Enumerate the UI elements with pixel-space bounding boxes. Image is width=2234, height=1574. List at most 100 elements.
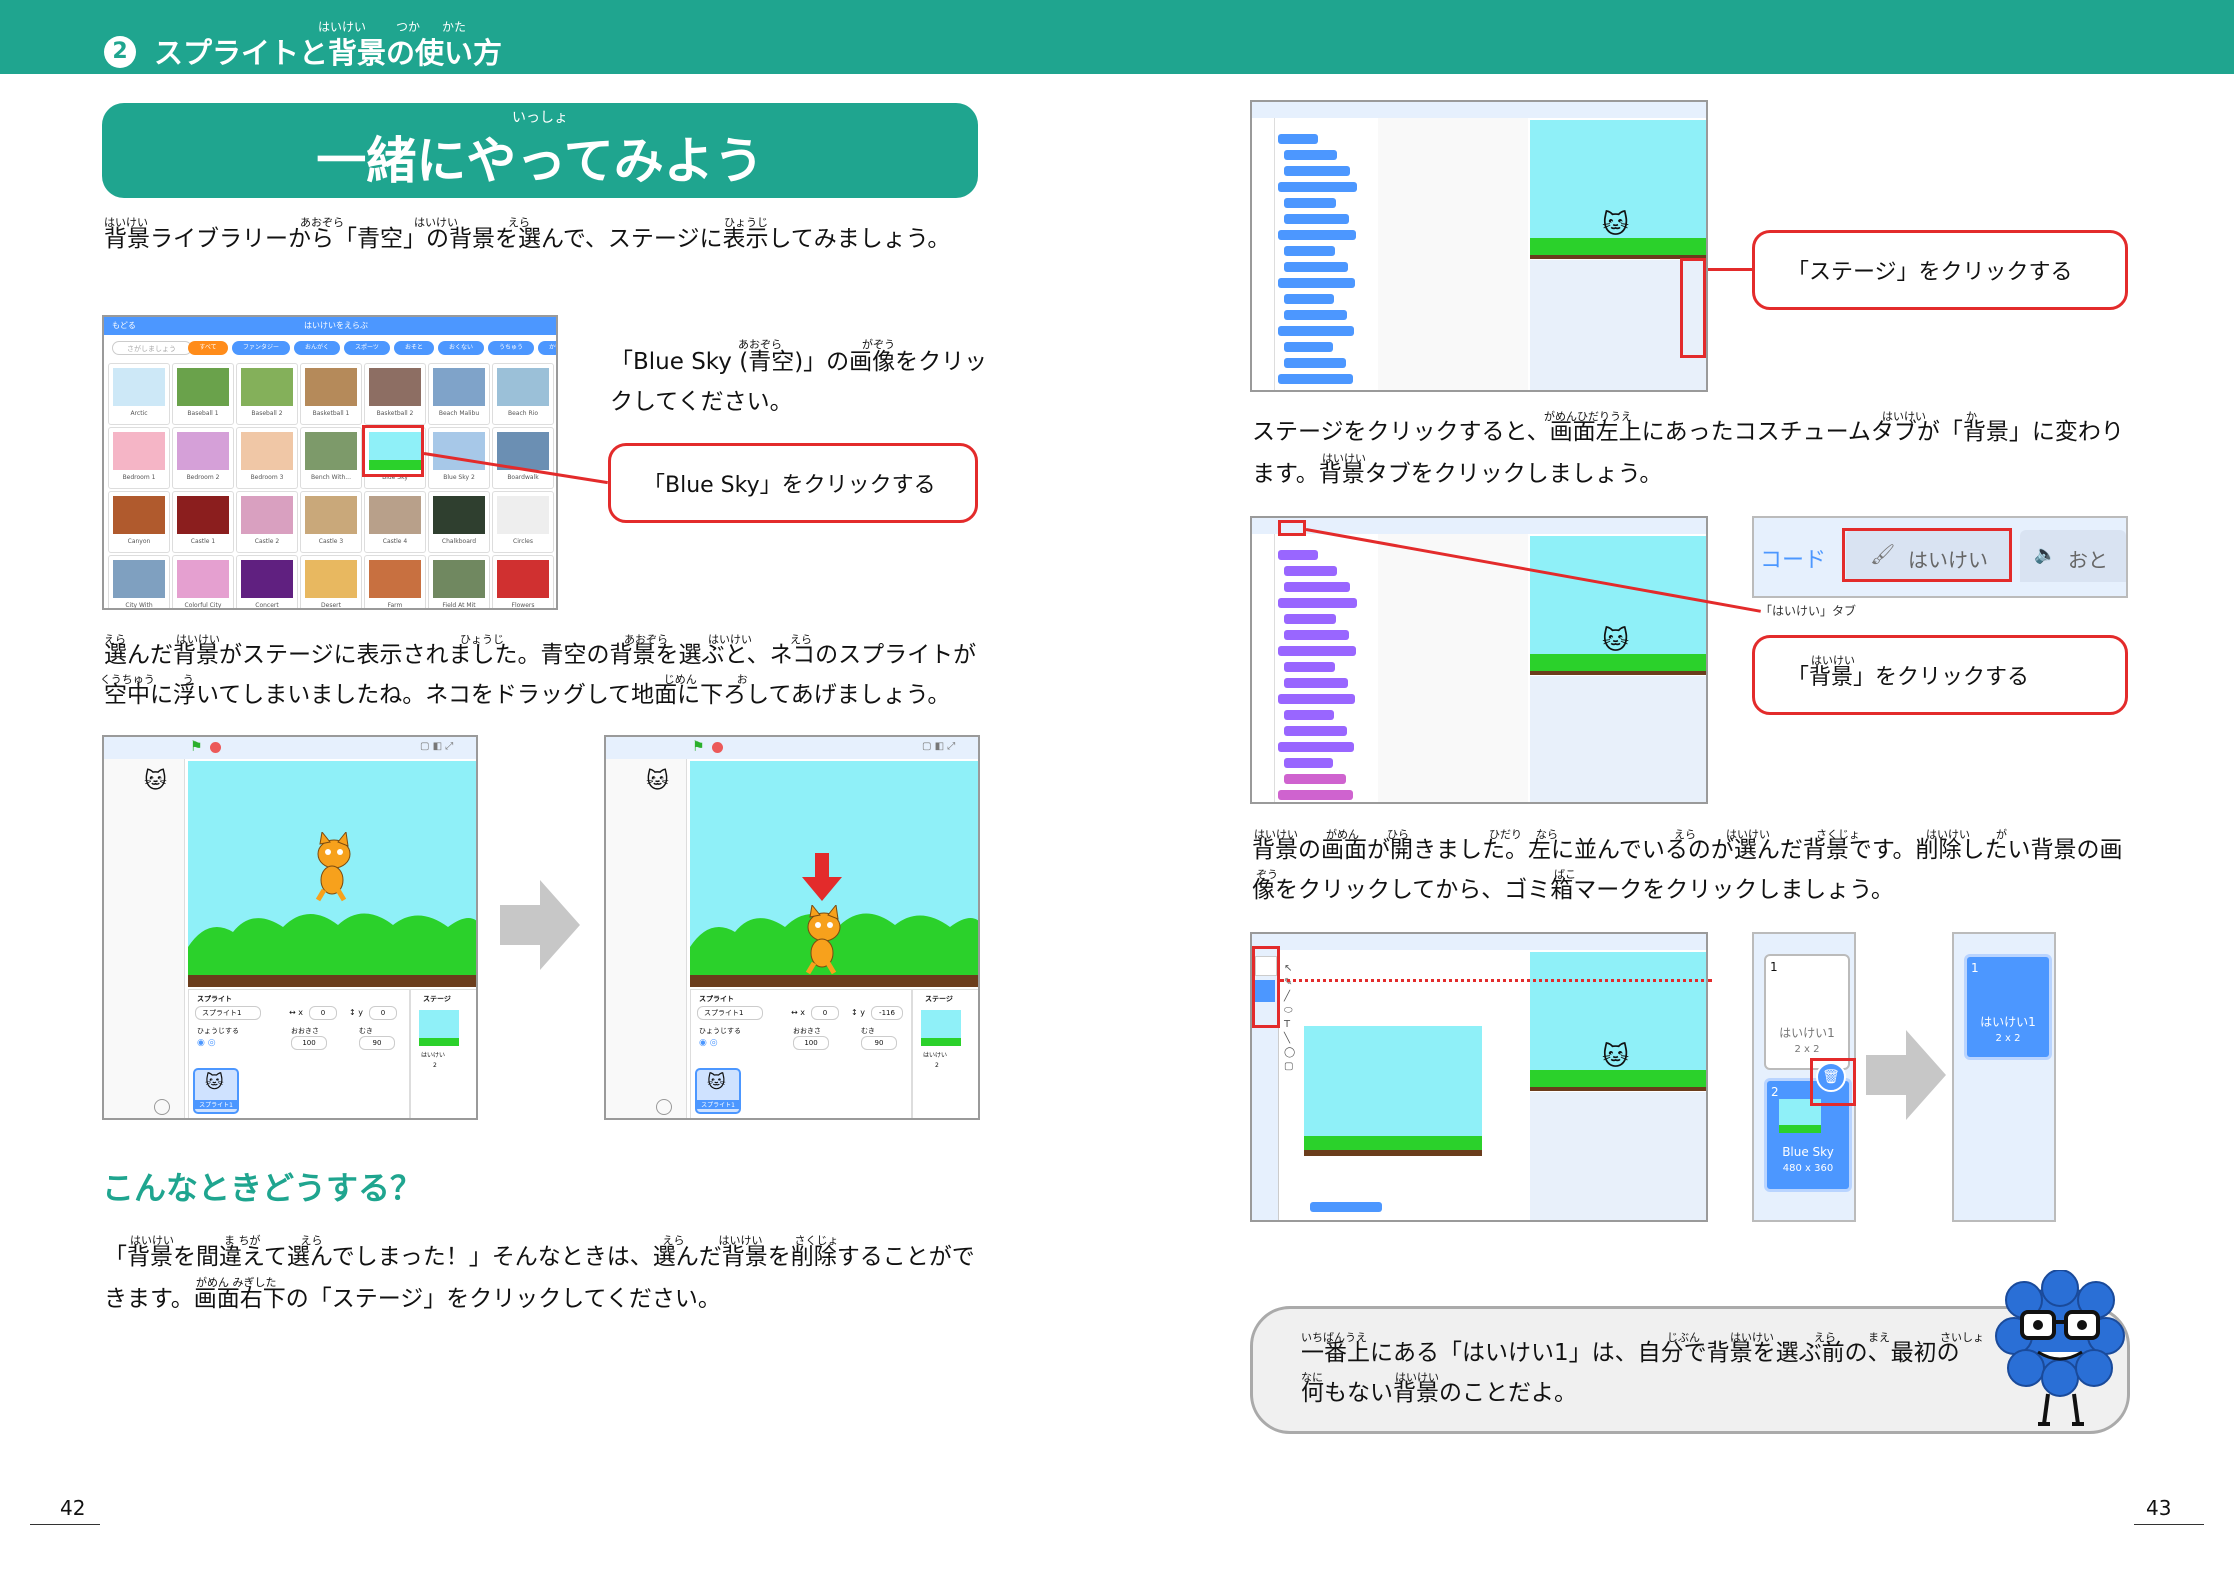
size-field[interactable]: 100 <box>291 1036 327 1050</box>
library-item[interactable]: Bedroom 1 <box>108 427 170 489</box>
library-item[interactable]: Bedroom 2 <box>172 427 234 489</box>
code-block[interactable] <box>1284 662 1335 672</box>
sprite-name-field[interactable]: スプライト1 <box>195 1006 261 1020</box>
code-block[interactable] <box>1284 214 1349 224</box>
stop-icon[interactable] <box>712 742 723 753</box>
library-filter-chip[interactable]: スポーツ <box>344 341 390 355</box>
sprite-thumbnail[interactable]: 🐱 スプライト1 <box>695 1068 741 1114</box>
code-block[interactable] <box>1284 710 1334 720</box>
code-block[interactable] <box>1278 326 1354 336</box>
x-field[interactable]: 0 <box>811 1006 839 1020</box>
library-item[interactable]: Circles <box>492 491 554 553</box>
library-item[interactable]: Baseball 1 <box>172 363 234 425</box>
sprite-thumbnail[interactable]: 🐱 スプライト1 <box>193 1068 239 1114</box>
library-back-button[interactable]: もどる <box>112 320 136 331</box>
library-item[interactable]: Baseball 2 <box>236 363 298 425</box>
code-block[interactable] <box>1284 358 1346 368</box>
code-block[interactable] <box>1284 150 1337 160</box>
direction-field[interactable]: 90 <box>861 1036 897 1050</box>
x-field[interactable]: 0 <box>309 1006 337 1020</box>
library-item[interactable]: Field At Mit <box>428 555 490 608</box>
library-item[interactable]: Boardwalk <box>492 427 554 489</box>
code-block[interactable] <box>1278 278 1355 288</box>
library-filter-chip[interactable]: ファンタジー <box>232 341 290 355</box>
library-item[interactable]: Castle 2 <box>236 491 298 553</box>
y-field[interactable]: 0 <box>369 1006 397 1020</box>
library-filter-chip[interactable]: すべて <box>188 341 228 355</box>
stage-size-icons[interactable]: ▢ ◧ ⤢ <box>420 741 453 752</box>
library-item-thumb <box>177 432 229 470</box>
zoom-icon[interactable] <box>154 1099 170 1115</box>
tab-sounds[interactable]: 🔈 おと <box>2020 530 2126 582</box>
library-item[interactable]: Flowers <box>492 555 554 608</box>
library-item[interactable]: Castle 3 <box>300 491 362 553</box>
library-filter-chip[interactable]: かいちゅう <box>538 341 556 355</box>
library-search-input[interactable]: さがしましょう <box>112 341 192 355</box>
library-item[interactable]: City With <box>108 555 170 608</box>
code-block[interactable] <box>1284 198 1336 208</box>
library-item[interactable]: Chalkboard <box>428 491 490 553</box>
stage-selector[interactable]: ステージ はいけい 2 <box>410 989 476 1118</box>
backdrop-card-1[interactable]: 1 はいけい1 2 x 2 <box>1764 954 1850 1070</box>
code-block[interactable] <box>1278 550 1318 560</box>
library-item[interactable]: Basketball 2 <box>364 363 426 425</box>
code-block[interactable] <box>1278 790 1353 800</box>
code-block[interactable] <box>1278 230 1356 240</box>
code-block[interactable] <box>1278 134 1318 144</box>
code-block[interactable] <box>1284 166 1350 176</box>
cat-sprite[interactable] <box>794 905 854 975</box>
library-item[interactable]: Desert <box>300 555 362 608</box>
library-filter-chip[interactable]: おそと <box>394 341 434 355</box>
library-item[interactable]: Arctic <box>108 363 170 425</box>
code-block[interactable] <box>1284 566 1337 576</box>
code-block[interactable] <box>1284 310 1347 320</box>
library-item[interactable]: Basketball 1 <box>300 363 362 425</box>
library-item[interactable]: Colorful City <box>172 555 234 608</box>
library-item[interactable]: Concert <box>236 555 298 608</box>
stage-size-icons[interactable]: ▢ ◧ ⤢ <box>922 741 955 752</box>
visibility-icons[interactable]: ◉ ◎ <box>197 1038 216 1048</box>
green-flag-icon[interactable]: ⚑ <box>190 739 203 755</box>
library-filter-chip[interactable]: おくない <box>438 341 484 355</box>
code-block[interactable] <box>1278 598 1357 608</box>
library-filter-chip[interactable]: うちゅう <box>488 341 534 355</box>
library-item[interactable]: Castle 4 <box>364 491 426 553</box>
zoom-icon[interactable] <box>656 1099 672 1115</box>
code-block[interactable] <box>1284 342 1333 352</box>
code-block[interactable] <box>1278 694 1355 704</box>
library-item[interactable]: Bench With... <box>300 427 362 489</box>
library-item[interactable]: Castle 1 <box>172 491 234 553</box>
code-block[interactable] <box>1284 262 1348 272</box>
library-item[interactable]: Bedroom 3 <box>236 427 298 489</box>
stop-icon[interactable] <box>210 742 221 753</box>
code-block[interactable] <box>1278 646 1356 656</box>
visibility-icons[interactable]: ◉ ◎ <box>699 1038 718 1048</box>
tab-code[interactable]: コード <box>1760 542 1826 574</box>
code-block[interactable] <box>1284 726 1347 736</box>
code-block[interactable] <box>1284 582 1350 592</box>
code-block[interactable] <box>1284 774 1346 784</box>
cat-sprite[interactable] <box>304 832 364 902</box>
sprite-name-field[interactable]: スプライト1 <box>697 1006 763 1020</box>
code-block[interactable] <box>1284 630 1349 640</box>
code-block[interactable] <box>1284 678 1348 688</box>
library-item[interactable]: Beach Rio <box>492 363 554 425</box>
direction-field[interactable]: 90 <box>359 1036 395 1050</box>
size-field[interactable]: 100 <box>793 1036 829 1050</box>
code-block[interactable] <box>1284 614 1336 624</box>
stage-selector[interactable]: ステージ はいけい 2 <box>912 989 978 1118</box>
library-item[interactable]: Beach Malibu <box>428 363 490 425</box>
code-block[interactable] <box>1278 742 1354 752</box>
library-filter-chip[interactable]: おんがく <box>294 341 340 355</box>
library-item[interactable]: Canyon <box>108 491 170 553</box>
backdrop-card-1-selected[interactable]: 1 はいけい1 2 x 2 <box>1964 954 2052 1060</box>
code-block[interactable] <box>1284 294 1334 304</box>
code-block[interactable] <box>1278 182 1357 192</box>
convert-bitmap-button[interactable] <box>1310 1202 1382 1212</box>
code-block[interactable] <box>1278 374 1353 384</box>
library-item[interactable]: Farm <box>364 555 426 608</box>
green-flag-icon[interactable]: ⚑ <box>692 739 705 755</box>
code-block[interactable] <box>1284 246 1335 256</box>
y-field[interactable]: -116 <box>871 1006 903 1020</box>
code-block[interactable] <box>1284 758 1333 768</box>
